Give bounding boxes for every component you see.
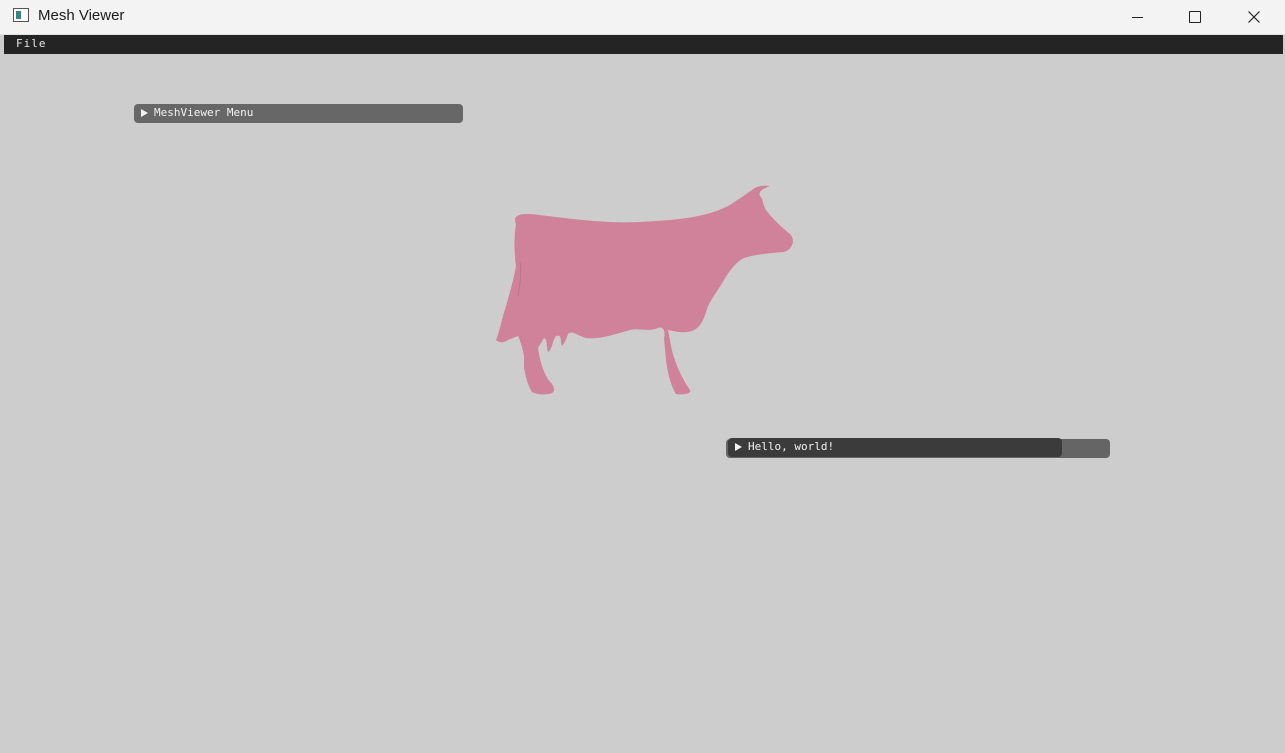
title-bar[interactable]: Mesh Viewer (0, 0, 1285, 35)
hello-world-panel[interactable]: Hello, world! (728, 438, 1062, 457)
close-button[interactable] (1225, 0, 1283, 34)
minimize-icon (1131, 16, 1143, 18)
cow-mesh[interactable] (490, 180, 800, 400)
menu-file[interactable]: File (16, 37, 47, 50)
render-viewport[interactable] (4, 54, 1283, 753)
app-window-icon (13, 8, 29, 22)
maximize-button[interactable] (1166, 0, 1224, 34)
close-icon (1248, 11, 1260, 23)
cow-mesh-silhouette (496, 185, 793, 395)
expand-arrow-icon[interactable] (141, 109, 148, 117)
panel-title: MeshViewer Menu (154, 106, 254, 119)
expand-arrow-icon[interactable] (735, 443, 742, 451)
menu-bar: File (4, 35, 1283, 54)
minimize-button[interactable] (1108, 0, 1166, 34)
meshviewer-menu-panel[interactable]: MeshViewer Menu (134, 104, 463, 123)
mesh-viewer-window: Mesh Viewer File MeshViewer Menu Hello, … (0, 0, 1285, 753)
window-title: Mesh Viewer (38, 7, 125, 24)
maximize-icon (1189, 11, 1201, 23)
panel-title: Hello, world! (748, 440, 835, 453)
